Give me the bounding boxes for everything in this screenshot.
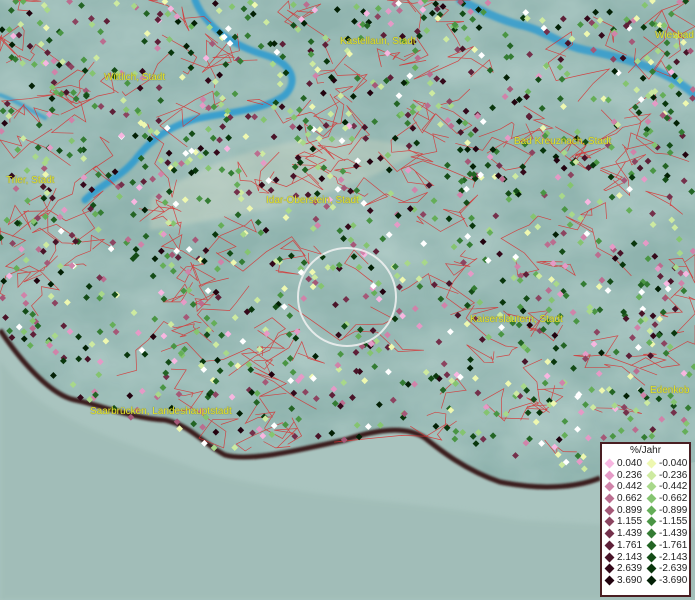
- city-label-saarbruecken: Saarbrücken, Landeshauptstadt: [90, 406, 232, 417]
- legend-swatch-negative: [646, 505, 657, 516]
- city-label-wiesbaden: Wiesbad: [655, 30, 694, 41]
- legend-title: %/Jahr: [629, 445, 662, 456]
- legend-row: 0.662 -0.662: [602, 493, 689, 505]
- legend-row: 2.143 -2.143: [602, 552, 689, 564]
- legend-swatch-positive: [604, 505, 615, 516]
- legend-value-negative: -2.143: [659, 551, 688, 563]
- legend-swatch-positive: [604, 528, 615, 539]
- legend-row: 2.639 -2.639: [602, 563, 689, 575]
- legend-value-positive: 0.040: [617, 458, 643, 469]
- legend-value-positive: 0.662: [617, 493, 643, 505]
- legend-value-positive: 0.236: [617, 469, 643, 481]
- legend-value-negative: -1.761: [659, 539, 688, 551]
- legend-value-positive: 1.439: [617, 528, 643, 540]
- legend-value-positive: 1.155: [617, 516, 643, 528]
- legend-rows: 0.040 -0.040 0.236 -0.236 0.442 -0.442 0.662 -0…: [602, 458, 689, 587]
- legend-value-negative: -3.690: [659, 574, 688, 586]
- legend-swatch-negative: [646, 493, 657, 504]
- legend-row: 1.155 -1.155: [602, 516, 689, 528]
- city-label-kaiserslautern: Kaiserslautern, Stadt: [470, 314, 563, 325]
- legend-value-positive: 0.899: [617, 504, 643, 516]
- legend-value-positive: 0.442: [617, 481, 643, 493]
- legend-value-negative: -0.442: [659, 481, 688, 493]
- city-label-edenkoben: Edenkob: [650, 385, 690, 396]
- legend-swatch-negative: [646, 470, 657, 481]
- city-label-idar-oberstein: Idar-Oberstein, Stadt: [266, 195, 359, 206]
- legend-swatch-negative: [646, 563, 657, 574]
- legend-swatch-negative: [646, 516, 657, 527]
- legend-swatch-positive: [604, 470, 615, 481]
- legend-swatch-positive: [604, 481, 615, 492]
- legend-swatch-positive: [604, 516, 615, 527]
- legend-swatch-negative: [646, 458, 657, 469]
- city-label-wittlich: Wittlich, Stadt: [104, 72, 166, 83]
- legend-value-positive: 2.639: [617, 563, 643, 575]
- legend-swatch-negative: [646, 481, 657, 492]
- legend-value-negative: -0.662: [659, 493, 688, 505]
- legend-value-negative: -1.155: [659, 516, 688, 528]
- map-canvas[interactable]: [0, 0, 695, 600]
- legend-swatch-negative: [646, 540, 657, 551]
- legend-row: 3.690 -3.690: [602, 575, 689, 587]
- legend-value-positive: 2.143: [617, 551, 643, 563]
- legend-value-positive: 3.690: [617, 574, 643, 586]
- legend-value-negative: -1.439: [659, 528, 688, 540]
- legend-row: 0.899 -0.899: [602, 505, 689, 517]
- legend-value-positive: 1.761: [617, 539, 643, 551]
- city-label-trier: Trier, Stadt: [6, 175, 55, 186]
- legend-value-negative: -0.236: [659, 469, 688, 481]
- legend: %/Jahr 0.040 -0.040 0.236 -0.236 0.442 -0.442…: [600, 442, 691, 597]
- legend-swatch-negative: [646, 552, 657, 562]
- city-label-kastellaun: Kastellaun, Stadt: [340, 36, 416, 47]
- legend-swatch-positive: [604, 563, 615, 574]
- legend-row: 0.236 -0.236: [602, 470, 689, 482]
- legend-swatch-positive: [604, 458, 615, 469]
- legend-swatch-positive: [604, 575, 615, 586]
- city-label-bad-kreuznach: Bad Kreuznach, Stadt: [514, 136, 612, 147]
- legend-value-negative: -2.639: [659, 563, 688, 575]
- legend-row: 1.439 -1.439: [602, 528, 689, 540]
- legend-row: 0.040 -0.040: [602, 458, 689, 470]
- legend-swatch-negative: [646, 575, 657, 586]
- legend-row: 0.442 -0.442: [602, 481, 689, 493]
- legend-value-negative: -0.899: [659, 504, 688, 516]
- legend-swatch-negative: [646, 528, 657, 539]
- legend-value-negative: -0.040: [659, 458, 688, 469]
- legend-swatch-positive: [604, 552, 615, 562]
- legend-swatch-positive: [604, 540, 615, 551]
- legend-row: 1.761 -1.761: [602, 540, 689, 552]
- legend-swatch-positive: [604, 493, 615, 504]
